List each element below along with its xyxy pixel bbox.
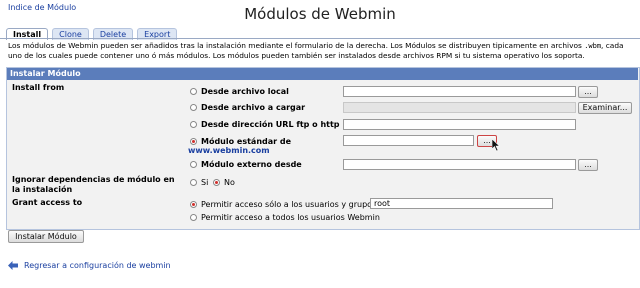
option-standard-module[interactable]: Módulo estándar de bbox=[190, 137, 291, 146]
install-module-button[interactable]: Instalar Módulo bbox=[8, 230, 84, 243]
option-third-party-label: Módulo externo desde bbox=[201, 160, 302, 169]
back-to-config-link[interactable]: Regresar a configuración de webmin bbox=[24, 261, 171, 270]
radio-grant-all[interactable] bbox=[190, 214, 197, 221]
back-arrow-icon[interactable] bbox=[8, 261, 18, 270]
radio-grant-only[interactable] bbox=[190, 201, 197, 208]
option-url-label: Desde dirección URL ftp o http bbox=[201, 120, 340, 129]
third-party-browse-button[interactable]: ... bbox=[578, 159, 598, 171]
option-url[interactable]: Desde dirección URL ftp o http bbox=[190, 120, 340, 129]
radio-ignore-deps-yes[interactable] bbox=[190, 179, 197, 186]
grant-access-label: Grant access to bbox=[12, 198, 83, 207]
grant-only-label: Permitir acceso sólo a los usuarios y gr… bbox=[201, 200, 382, 209]
ignore-deps-yes[interactable]: Si bbox=[190, 178, 208, 187]
grant-users-input[interactable]: root bbox=[370, 198, 553, 209]
ignore-deps-label: Ignorar dependencias de módulo en la ins… bbox=[12, 175, 175, 194]
third-party-input[interactable] bbox=[343, 159, 576, 170]
grant-all-label: Permitir acceso a todos los usuarios Web… bbox=[201, 213, 380, 222]
option-third-party[interactable]: Módulo externo desde bbox=[190, 160, 302, 169]
module-description: Los módulos de Webmin pueden ser añadido… bbox=[8, 41, 624, 60]
option-upload-file[interactable]: Desde archivo a cargar bbox=[190, 103, 305, 112]
grant-all-option[interactable]: Permitir acceso a todos los usuarios Web… bbox=[190, 213, 380, 222]
option-standard-module-label: Módulo estándar de bbox=[201, 137, 292, 146]
url-input[interactable] bbox=[343, 119, 576, 130]
radio-local-file[interactable] bbox=[190, 88, 197, 95]
radio-standard-module[interactable] bbox=[190, 138, 197, 145]
page-title: Módulos de Webmin bbox=[244, 5, 396, 23]
webmin-site-link[interactable]: www.webmin.com bbox=[188, 146, 270, 155]
grant-only-option[interactable]: Permitir acceso sólo a los usuarios y gr… bbox=[190, 200, 381, 209]
ignore-deps-no[interactable]: No bbox=[213, 178, 235, 187]
local-file-input[interactable] bbox=[343, 86, 576, 97]
ignore-deps-no-label: No bbox=[224, 178, 235, 187]
install-form-header: Instalar Módulo bbox=[7, 68, 638, 80]
radio-ignore-deps-no[interactable] bbox=[213, 179, 220, 186]
tab-divider bbox=[0, 38, 640, 39]
option-local-file[interactable]: Desde archivo local bbox=[190, 87, 289, 96]
wbm-extension: .wbm bbox=[584, 42, 602, 50]
radio-upload-file[interactable] bbox=[190, 104, 197, 111]
back-row: Regresar a configuración de webmin bbox=[8, 261, 171, 270]
ignore-deps-yes-label: Si bbox=[201, 178, 209, 187]
upload-browse-button[interactable]: Examinar... bbox=[578, 102, 632, 114]
local-file-browse-button[interactable]: ... bbox=[578, 86, 598, 98]
standard-module-input[interactable] bbox=[343, 135, 474, 146]
option-upload-file-label: Desde archivo a cargar bbox=[201, 103, 306, 112]
mouse-cursor-icon bbox=[492, 139, 501, 152]
upload-file-input[interactable] bbox=[343, 102, 576, 113]
option-local-file-label: Desde archivo local bbox=[201, 87, 289, 96]
radio-url[interactable] bbox=[190, 121, 197, 128]
radio-third-party[interactable] bbox=[190, 161, 197, 168]
install-from-label: Install from bbox=[12, 83, 65, 92]
